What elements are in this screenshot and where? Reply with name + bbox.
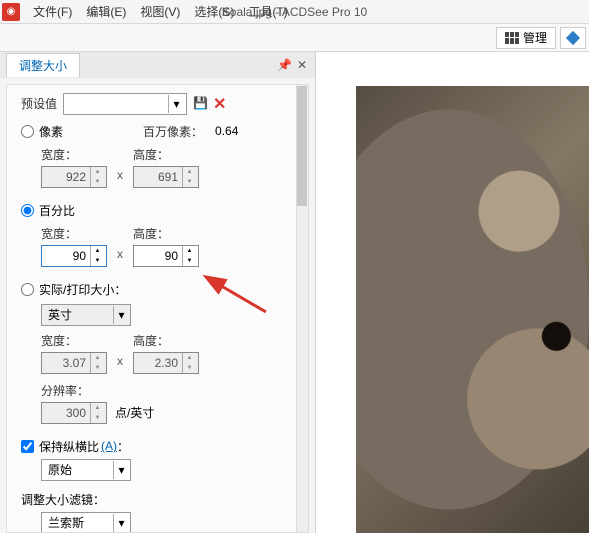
menu-file[interactable]: 文件(F) — [26, 3, 79, 20]
px-width-label: 宽度： — [41, 146, 107, 163]
aspect-select[interactable]: 原始 ▾ — [41, 459, 131, 481]
menu-view[interactable]: 视图(V) — [133, 3, 187, 20]
chevron-down-icon[interactable]: ▾ — [168, 95, 184, 113]
aspect-checkbox[interactable] — [21, 440, 34, 453]
res-label: 分辨率： — [41, 384, 89, 398]
pin-icon[interactable]: 📌 — [277, 58, 291, 72]
unit-value: 英寸 — [48, 306, 72, 323]
radio-print[interactable] — [21, 283, 34, 296]
radio-pixel[interactable] — [21, 125, 34, 138]
title-bar: Koala.jpg - ACDSee Pro 10 — [222, 0, 367, 24]
multiply-icon: x — [113, 168, 127, 182]
diamond-icon — [565, 30, 581, 46]
preset-label: 预设值 — [21, 95, 57, 112]
aspect-label: 保持纵横比 — [39, 438, 99, 455]
tab-resize[interactable]: 调整大小 — [6, 53, 80, 77]
pct-width-input[interactable]: ▲▼ — [41, 245, 107, 267]
save-icon[interactable]: 💾 — [193, 96, 209, 112]
close-icon[interactable]: ✕ — [295, 58, 309, 72]
chevron-down-icon[interactable]: ▾ — [113, 461, 129, 479]
px-height-input[interactable]: ▲▼ — [133, 166, 199, 188]
scroll-thumb[interactable] — [297, 86, 307, 206]
chevron-down-icon[interactable]: ▾ — [113, 514, 129, 532]
image-preview — [356, 86, 589, 533]
pct-height-input[interactable]: ▲▼ — [133, 245, 199, 267]
filter-value: 兰索斯 — [48, 514, 84, 531]
print-height-label: 高度： — [133, 332, 199, 349]
pct-height-label: 高度： — [133, 225, 199, 242]
multiply-icon: x — [113, 247, 127, 261]
delete-icon[interactable]: ✕ — [213, 94, 226, 114]
aspect-select-value: 原始 — [48, 461, 72, 478]
spinner[interactable]: ▲▼ — [182, 246, 196, 266]
menu-edit[interactable]: 编辑(E) — [79, 3, 133, 20]
print-height-input[interactable]: ▲▼ — [133, 352, 199, 374]
unit-select[interactable]: 英寸 ▾ — [41, 304, 131, 326]
spinner[interactable]: ▲▼ — [90, 246, 104, 266]
filter-select[interactable]: 兰索斯 ▾ — [41, 512, 131, 533]
mpx-value: 0.64 — [215, 124, 238, 138]
radio-percent-label: 百分比 — [39, 202, 75, 219]
dpi-label: 点/英寸 — [115, 404, 154, 421]
print-width-label: 宽度： — [41, 332, 107, 349]
radio-print-label: 实际/打印大小： — [39, 281, 126, 298]
manage-button[interactable]: 管理 — [496, 27, 556, 49]
mode-button[interactable] — [560, 27, 586, 49]
pct-width-label: 宽度： — [41, 225, 107, 242]
px-height-label: 高度： — [133, 146, 199, 163]
res-input[interactable]: ▲▼ — [41, 402, 107, 424]
chevron-down-icon[interactable]: ▾ — [113, 306, 129, 324]
preset-select[interactable]: ▾ — [63, 93, 187, 115]
mpx-label: 百万像素： — [143, 123, 203, 140]
grid-icon — [505, 32, 519, 44]
manage-label: 管理 — [523, 29, 547, 46]
aspect-link[interactable]: (A) — [101, 439, 117, 453]
radio-percent[interactable] — [21, 204, 34, 217]
scrollbar[interactable] — [296, 85, 308, 532]
filter-label: 调整大小滤镜： — [21, 493, 105, 507]
app-icon: ◉ — [2, 3, 20, 21]
print-width-input[interactable]: ▲▼ — [41, 352, 107, 374]
radio-pixel-label: 像素 — [39, 123, 63, 140]
px-width-input[interactable]: ▲▼ — [41, 166, 107, 188]
multiply-icon: x — [113, 354, 127, 368]
preview-area — [316, 52, 589, 533]
